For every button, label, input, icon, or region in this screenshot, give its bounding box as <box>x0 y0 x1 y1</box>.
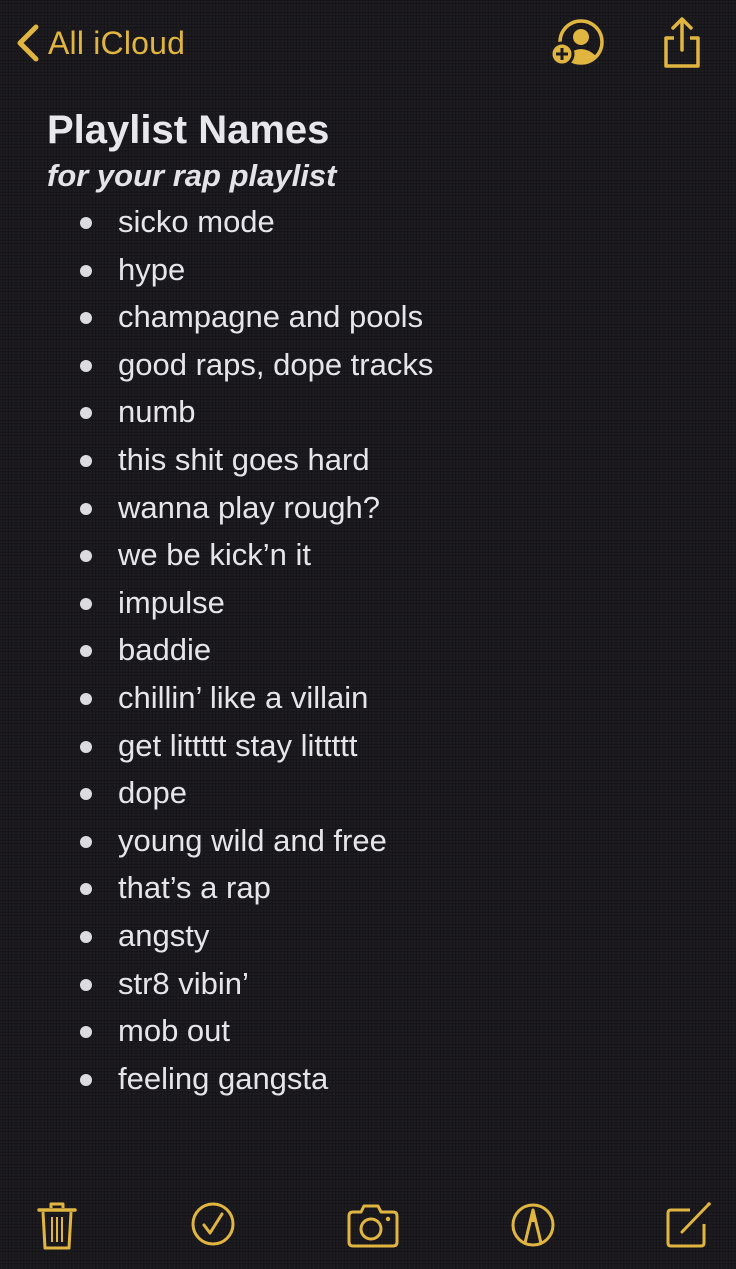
delete-button[interactable] <box>36 1200 78 1252</box>
list-item: sicko mode <box>47 198 716 246</box>
list-item: impulse <box>47 579 716 627</box>
bullet-icon <box>80 597 92 610</box>
bullet-icon <box>80 835 92 848</box>
list-item-text: sicko mode <box>118 204 275 239</box>
bullet-icon <box>80 788 92 801</box>
list-item-text: champagne and pools <box>118 299 424 335</box>
bullet-icon <box>80 930 92 943</box>
bullet-icon <box>80 883 92 896</box>
markup-button[interactable] <box>510 1200 556 1250</box>
list-item: good raps, dope tracks <box>47 341 716 389</box>
bullet-icon <box>80 454 92 467</box>
bullet-icon <box>80 740 92 753</box>
back-label: All iCloud <box>48 24 186 61</box>
compose-button[interactable] <box>664 1200 714 1250</box>
bullet-icon <box>80 312 92 325</box>
share-icon <box>664 17 700 68</box>
add-people-button[interactable] <box>549 18 607 68</box>
list-item: champagne and pools <box>47 293 716 341</box>
list-item-text: numb <box>118 394 196 430</box>
list-item: dope <box>47 769 716 817</box>
bullet-icon <box>80 550 92 563</box>
list-item: baddie <box>47 626 716 674</box>
list-item: str8 vibin’ <box>47 960 716 1008</box>
bullet-icon <box>80 645 92 658</box>
chevron-left-icon <box>17 24 39 62</box>
back-button[interactable]: All iCloud <box>14 20 185 66</box>
compose-icon <box>666 1202 711 1248</box>
camera-button[interactable] <box>346 1200 400 1250</box>
bullet-icon <box>80 502 92 515</box>
list-item-text: that’s a rap <box>118 870 271 906</box>
list-item-text: this shit goes hard <box>118 441 370 477</box>
list-item: wanna play rough? <box>47 484 716 532</box>
checklist-icon <box>191 1202 235 1246</box>
list-item: numb <box>47 388 716 436</box>
list-item-text: impulse <box>118 584 225 620</box>
add-person-icon <box>549 19 604 67</box>
bullet-list: sicko mode hype champagne and pools good… <box>47 198 716 1102</box>
list-item-text: angsty <box>118 917 210 953</box>
list-item: get littttt stay littttt <box>47 722 716 770</box>
list-item: we be kick’n it <box>47 531 716 579</box>
list-item: feeling gangsta <box>47 1055 716 1103</box>
list-item-text: hype <box>118 251 186 287</box>
list-item-text: str8 vibin’ <box>118 965 249 1001</box>
bullet-icon <box>80 359 92 372</box>
list-item-text: feeling gangsta <box>118 1060 329 1096</box>
bullet-icon <box>80 407 92 420</box>
bottom-toolbar <box>0 1190 736 1260</box>
share-button[interactable] <box>660 16 704 70</box>
bullet-icon <box>80 978 92 991</box>
camera-icon <box>347 1204 399 1248</box>
list-item: chillin’ like a villain <box>47 674 716 722</box>
list-item: mob out <box>47 1007 716 1055</box>
bullet-icon <box>80 692 92 705</box>
list-item-text: mob out <box>118 1013 231 1049</box>
bullet-icon <box>80 217 92 229</box>
trash-icon <box>37 1202 77 1250</box>
bullet-icon <box>80 1073 92 1086</box>
bullet-icon <box>80 264 92 277</box>
list-item-text: get littttt stay littttt <box>118 727 358 763</box>
list-item: this shit goes hard <box>47 436 716 484</box>
checklist-button[interactable] <box>190 1200 236 1250</box>
navigation-bar: All iCloud <box>0 0 736 90</box>
list-item-text: we be kick’n it <box>118 537 311 573</box>
list-item-text: baddie <box>118 632 212 668</box>
list-item-text: chillin’ like a villain <box>118 679 369 715</box>
list-item: that’s a rap <box>47 864 716 912</box>
list-item-text: young wild and free <box>118 822 387 858</box>
list-item-text: dope <box>118 775 187 811</box>
list-item: angsty <box>47 912 716 960</box>
note-subtitle: for your rap playlist <box>47 158 337 193</box>
list-item: young wild and free <box>47 817 716 865</box>
note-body[interactable]: Playlist Names for your rap playlist sic… <box>47 100 716 1102</box>
list-item: hype <box>47 246 716 294</box>
list-item-text: good raps, dope tracks <box>118 346 434 382</box>
markup-icon <box>511 1203 555 1247</box>
note-title: Playlist Names <box>47 108 330 152</box>
bullet-icon <box>80 1026 92 1039</box>
list-item-text: wanna play rough? <box>118 489 380 525</box>
